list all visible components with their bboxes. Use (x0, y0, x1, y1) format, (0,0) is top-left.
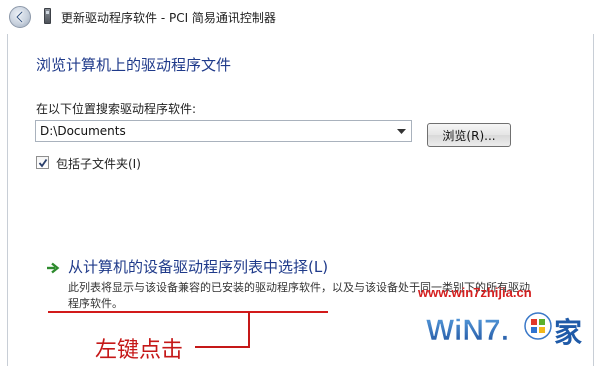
pick-from-list-link[interactable]: 从计算机的设备驱动程序列表中选择(L) (68, 256, 328, 277)
watermark-logo-text: WiN7. (426, 314, 509, 347)
search-location-label: 在以下位置搜索驱动程序软件: (36, 102, 197, 116)
path-input[interactable]: D:\Documents (40, 124, 126, 138)
annotation-text: 左键点击 (95, 338, 184, 363)
windows-flag-icon (524, 312, 552, 340)
title-bar: 更新驱动程序软件 - PCI 简易通讯控制器 (0, 0, 601, 34)
window-title: 更新驱动程序软件 - PCI 简易通讯控制器 (61, 11, 276, 25)
checkmark-icon (38, 158, 47, 167)
watermark-logo: WiN7. 家 (426, 312, 582, 349)
page-heading: 浏览计算机上的驱动程序文件 (36, 56, 232, 74)
annotation-connector (248, 312, 250, 348)
green-arrow-icon (47, 262, 60, 274)
watermark-url: www.win7zhijia.cn (418, 285, 532, 300)
dropdown-arrow-icon[interactable] (394, 125, 408, 138)
include-subfolders-label[interactable]: 包括子文件夹(I) (56, 155, 141, 172)
back-button[interactable] (9, 6, 31, 28)
path-combobox[interactable]: D:\Documents (35, 120, 412, 142)
back-arrow-icon (15, 10, 24, 24)
watermark-logo-suffix: 家 (554, 316, 582, 349)
annotation-underline (48, 311, 328, 313)
include-subfolders-checkbox[interactable] (36, 156, 49, 169)
annotation-pointer (195, 346, 249, 348)
device-icon (44, 8, 51, 24)
browse-button[interactable]: 浏览(R)... (427, 123, 511, 147)
